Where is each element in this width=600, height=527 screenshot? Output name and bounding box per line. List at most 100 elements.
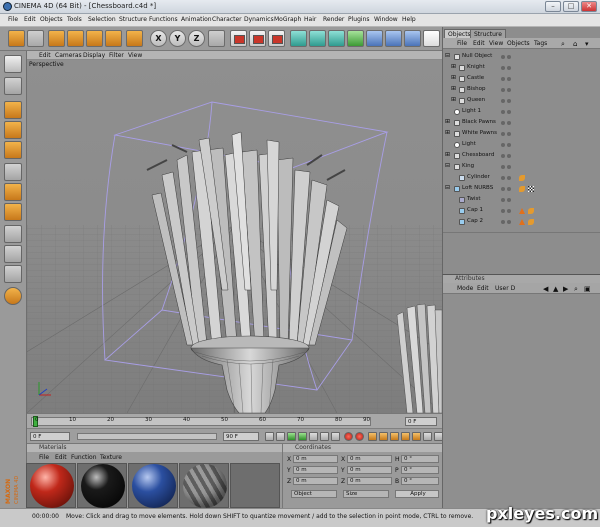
menu-functions[interactable]: Functions	[149, 16, 178, 23]
visibility-dot[interactable]	[501, 209, 505, 213]
live-selection-icon[interactable]	[48, 30, 65, 47]
visibility-dot[interactable]	[501, 55, 505, 59]
coord-mode-select[interactable]: Object	[291, 490, 337, 498]
menu-hair[interactable]: Hair	[304, 16, 316, 23]
objects-menu-view[interactable]: View	[489, 40, 503, 47]
render-dot[interactable]	[507, 143, 511, 147]
viewport-menu-cameras[interactable]: Cameras	[55, 52, 82, 59]
perspective-viewport[interactable]: Perspective	[27, 60, 442, 413]
render-dot[interactable]	[507, 220, 511, 224]
scale-icon[interactable]	[86, 30, 103, 47]
visibility-dot[interactable]	[501, 154, 505, 158]
object-row-null-object[interactable]: ⊟ Null Object	[443, 52, 600, 62]
maximize-button[interactable]: □	[563, 1, 579, 12]
render-dot[interactable]	[507, 99, 511, 103]
snap-icon[interactable]	[4, 245, 22, 263]
undo-icon[interactable]	[8, 30, 25, 47]
render-dot[interactable]	[507, 88, 511, 92]
viewport-menu-view[interactable]: View	[128, 52, 142, 59]
menu-window[interactable]: Window	[374, 16, 398, 23]
object-mode-icon[interactable]	[4, 101, 22, 119]
autokey-button[interactable]	[355, 432, 364, 441]
visibility-dot[interactable]	[501, 66, 505, 70]
menu-animation[interactable]: Animation	[181, 16, 212, 23]
redo-icon[interactable]	[27, 30, 44, 47]
render-dot[interactable]	[507, 110, 511, 114]
menu-selection[interactable]: Selection	[88, 16, 116, 23]
z-axis-icon[interactable]: Z	[188, 30, 205, 47]
collapse-icon[interactable]: ⊟	[445, 162, 450, 169]
go-to-start-button[interactable]	[265, 432, 274, 441]
render-dot[interactable]	[507, 121, 511, 125]
visibility-dot[interactable]	[501, 143, 505, 147]
object-row-king[interactable]: ⊟ King	[443, 162, 600, 172]
render-picture-viewer-icon[interactable]	[249, 30, 266, 47]
visibility-dot[interactable]	[501, 110, 505, 114]
deformer-icon[interactable]	[366, 30, 383, 47]
objects-menu-tags[interactable]: Tags	[534, 40, 547, 47]
material-swatch-blue[interactable]	[128, 463, 178, 508]
start-frame-field[interactable]: 0 F	[30, 432, 70, 441]
object-row-twist[interactable]: Twist	[443, 195, 600, 205]
coord-pos-z[interactable]: 0 m	[293, 477, 338, 485]
coord-rot-p[interactable]: 0 °	[401, 466, 439, 474]
menu-structure[interactable]: Structure	[119, 16, 147, 23]
coord-rot-h[interactable]: 0 °	[401, 455, 439, 463]
previous-frame-button[interactable]	[276, 432, 285, 441]
visibility-dot[interactable]	[501, 220, 505, 224]
expand-icon[interactable]: ⊞	[451, 74, 456, 81]
visibility-dot[interactable]	[501, 176, 505, 180]
parameter-key-icon[interactable]	[412, 432, 421, 441]
menu-dynamics[interactable]: Dynamics	[244, 16, 274, 23]
coord-rot-b[interactable]: 0 °	[401, 477, 439, 485]
objects-menu-file[interactable]: File	[457, 40, 467, 47]
materials-menu-texture[interactable]: Texture	[100, 454, 122, 461]
lock-icon[interactable]: ▣	[584, 285, 591, 293]
viewport-menu-display[interactable]: Display	[83, 52, 105, 59]
play-forwards-button[interactable]	[298, 432, 307, 441]
scale-key-icon[interactable]	[401, 432, 410, 441]
points-mode-icon[interactable]	[4, 163, 22, 181]
expand-icon[interactable]: ⊞	[445, 151, 450, 158]
up-arrow-icon[interactable]: ▲	[553, 285, 558, 293]
expand-icon[interactable]: ⊞	[445, 129, 450, 136]
visibility-dot[interactable]	[501, 77, 505, 81]
tab-structure[interactable]: Structure	[470, 29, 506, 38]
coord-size-mode-select[interactable]: Size	[343, 490, 389, 498]
visibility-dot[interactable]	[501, 187, 505, 191]
objects-menu-edit[interactable]: Edit	[473, 40, 485, 47]
object-row-black-pawns[interactable]: ⊞ Black Pawns	[443, 118, 600, 128]
visibility-dot[interactable]	[501, 121, 505, 125]
render-view-icon[interactable]	[230, 30, 247, 47]
add-icon[interactable]	[126, 30, 143, 47]
search-icon[interactable]: ⌕	[574, 285, 578, 294]
material-swatch-grey[interactable]	[179, 463, 229, 508]
scene-icon[interactable]	[385, 30, 402, 47]
attributes-menu-mode[interactable]: Mode	[457, 285, 473, 292]
keyframe-selection-icon[interactable]	[368, 432, 377, 441]
object-row-light-1[interactable]: Light 1	[443, 107, 600, 117]
model-mode-icon[interactable]	[4, 77, 22, 95]
phong-tag-icon[interactable]	[519, 186, 525, 192]
phong-tag-icon[interactable]	[528, 208, 534, 214]
expand-icon[interactable]: ⊞	[451, 96, 456, 103]
paint-icon[interactable]	[4, 287, 22, 305]
coord-size-y[interactable]: 0 m	[347, 466, 392, 474]
expand-icon[interactable]: ⊞	[445, 118, 450, 125]
object-row-chessboard[interactable]: ⊞ Chessboard	[443, 151, 600, 161]
collapse-icon[interactable]: ⊟	[445, 52, 450, 59]
timeline-ruler[interactable]	[31, 417, 371, 426]
next-frame-button[interactable]	[309, 432, 318, 441]
render-settings-icon[interactable]	[268, 30, 285, 47]
attributes-menu-user-data[interactable]: User D	[495, 285, 515, 292]
render-dot[interactable]	[507, 55, 511, 59]
menu-plugins[interactable]: Plugins	[348, 16, 370, 23]
object-row-cap-1[interactable]: Cap 1	[443, 206, 600, 216]
visibility-dot[interactable]	[501, 132, 505, 136]
warning-tag-icon[interactable]	[519, 219, 525, 225]
object-row-queen[interactable]: ⊞ Queen	[443, 96, 600, 106]
menu-mograph[interactable]: MoGraph	[274, 16, 301, 23]
x-axis-icon[interactable]: X	[150, 30, 167, 47]
nurbs-icon[interactable]	[328, 30, 345, 47]
move-icon[interactable]	[67, 30, 84, 47]
